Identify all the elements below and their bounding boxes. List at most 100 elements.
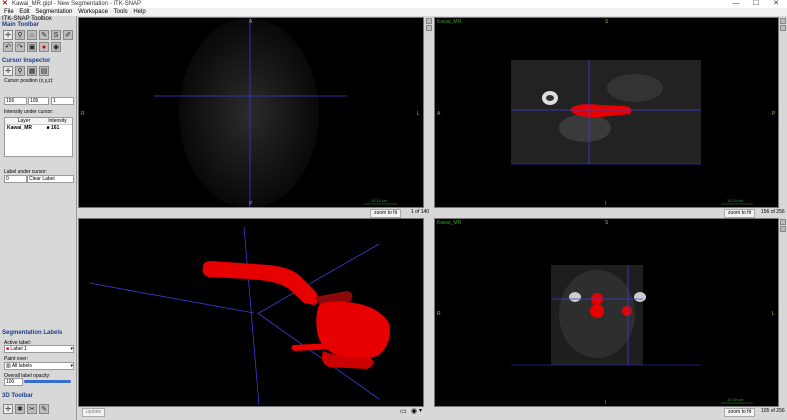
toolbar-3d-title: 3D Toolbar <box>2 393 33 399</box>
polygon-icon[interactable]: ⌂ <box>27 30 37 40</box>
intensity-label: Intensity under cursor: <box>4 109 54 115</box>
table-row[interactable]: Kawai_MR ■ 161 <box>5 125 72 131</box>
menu-edit[interactable]: Edit <box>19 8 29 16</box>
coronal-view[interactable]: Kawai_MR S I R L 10.10 cm <box>434 218 779 407</box>
axial-statusbar: zoom to fit 1 of 140 <box>78 208 429 218</box>
segmentation-labels-title: Segmentation Labels <box>2 330 63 336</box>
zoom-to-fit-button[interactable]: zoom to fit <box>724 408 756 417</box>
active-label-value: Label 1 <box>10 346 27 352</box>
orient-bottom: I <box>605 400 607 406</box>
rotate-3d-icon[interactable]: ✛ <box>3 404 13 414</box>
render-3d-view[interactable] <box>78 218 424 407</box>
render-3d-image <box>88 226 390 406</box>
slice-counter: 1 of 140 <box>411 209 430 215</box>
sagittal-view[interactable]: Kawai_MR S I A P 10.10 cm <box>434 17 779 208</box>
orient-top: S <box>605 19 609 25</box>
paintbrush-icon[interactable]: ✎ <box>39 30 49 40</box>
inspector-zoom-icon[interactable]: ⚲ <box>15 66 25 76</box>
scale-label: 10.10 cm <box>727 198 744 203</box>
axial-image <box>154 18 397 207</box>
chevron-down-icon[interactable]: ▾ <box>419 407 422 416</box>
inspector-settings-icon[interactable]: ▤ <box>39 66 49 76</box>
camera-icon[interactable]: ◉ <box>51 42 61 52</box>
active-label-dropdown[interactable]: ■ Label 1 ▾ <box>4 345 74 353</box>
sagittal-view-tools <box>779 17 787 41</box>
orient-right: P <box>772 111 776 117</box>
close-button[interactable]: ✕ <box>766 0 786 8</box>
camera-icon[interactable] <box>426 25 432 31</box>
menu-segmentation[interactable]: Segmentation <box>35 8 72 16</box>
column-header-intensity: Intensity <box>48 118 67 124</box>
chevron-down-icon: ▾ <box>70 363 73 369</box>
intensity-table: Layer Intensity Kawai_MR ■ 161 <box>4 117 73 157</box>
label-id-field: 0 <box>4 175 27 183</box>
opacity-input[interactable]: 100 <box>4 378 23 386</box>
segment-icon[interactable]: ● <box>39 42 49 52</box>
menu-tools[interactable]: Tools <box>114 8 128 16</box>
undo-icon[interactable]: ↶ <box>3 42 13 52</box>
inspector-grid-icon[interactable]: ▦ <box>27 66 37 76</box>
orient-left: A <box>437 111 441 117</box>
minimize-button[interactable]: — <box>726 0 746 8</box>
inspector-crosshair-icon[interactable]: ✛ <box>3 66 13 76</box>
update-button[interactable]: update <box>82 408 106 417</box>
scale-label: 10.10 cm <box>371 198 388 203</box>
coronal-statusbar: zoom to fit 105 of 256 <box>434 407 785 417</box>
coronal-view-tools <box>779 218 787 242</box>
paint-over-value: All labels <box>11 363 32 369</box>
snake-icon[interactable]: S <box>51 30 61 40</box>
slice-counter: 156 of 256 <box>761 209 785 215</box>
itksnap-logo-icon: ✕ <box>2 0 8 7</box>
expand-icon[interactable] <box>426 18 432 24</box>
cursor-z-input[interactable]: 1 <box>51 97 74 105</box>
zoom-icon[interactable]: ⚲ <box>15 30 25 40</box>
slice-counter: 105 of 256 <box>761 408 785 414</box>
spray-icon[interactable]: ✱ <box>15 404 25 414</box>
intensity-cell: 161 <box>51 125 60 131</box>
orient-top: S <box>605 220 609 226</box>
orient-top: A <box>249 19 253 25</box>
orient-bottom: P <box>249 201 253 207</box>
brush-3d-icon[interactable]: ✎ <box>39 404 49 414</box>
menu-file[interactable]: File <box>4 8 14 16</box>
label-name-field: Clear Label <box>27 175 74 183</box>
sagittal-image <box>511 60 753 205</box>
cursor-x-input[interactable]: 156 <box>4 97 27 105</box>
toolbox-panel: ITK-SNAP Toolbox Main Toolbar ✛ ⚲ ⌂ ✎ S … <box>0 16 77 420</box>
layer-name-label: Kawai_MR <box>437 19 462 25</box>
orient-left: R <box>437 311 441 317</box>
label-color-swatch-icon: ■ <box>6 346 10 352</box>
all-labels-icon: ▥ <box>6 363 11 369</box>
menu-help[interactable]: Help <box>133 8 145 16</box>
orient-right: L <box>417 111 420 117</box>
maximize-button[interactable]: ☐ <box>746 0 766 8</box>
camera-icon[interactable]: ◉ <box>411 407 417 416</box>
menu-workspace[interactable]: Workspace <box>78 8 108 16</box>
render-3d-statusbar: update ▭ ◉ ▾ <box>78 407 424 417</box>
chevron-down-icon: ▾ <box>70 346 73 352</box>
cursor-y-input[interactable]: 105 <box>28 97 49 105</box>
opacity-slider[interactable] <box>24 380 71 383</box>
redo-icon[interactable]: ↷ <box>15 42 25 52</box>
crosshair-icon[interactable]: ✛ <box>3 30 13 40</box>
annotation-icon[interactable]: ✐ <box>63 30 73 40</box>
axial-view[interactable]: A P R L 10.10 cm <box>78 17 424 208</box>
camera-icon[interactable] <box>780 25 786 31</box>
cursor-position-label: Cursor position (x,y,z): <box>4 78 54 84</box>
cursor-inspector-title: Cursor Inspector <box>2 58 51 64</box>
paint-over-dropdown[interactable]: ▥ All labels ▾ <box>4 362 74 370</box>
sagittal-statusbar: zoom to fit 156 of 256 <box>434 208 785 218</box>
expand-icon[interactable] <box>780 18 786 24</box>
zoom-to-fit-button[interactable]: zoom to fit <box>370 209 402 218</box>
layer-icon[interactable]: ▣ <box>27 42 37 52</box>
window-title: Kawai_MR.gipl - New Segmentation - ITK-S… <box>12 1 142 7</box>
column-header-layer: Layer <box>17 118 31 124</box>
scalpel-icon[interactable]: ✂ <box>27 404 37 414</box>
zoom-to-fit-button[interactable]: zoom to fit <box>724 209 756 218</box>
scale-label: 10.10 cm <box>727 397 744 402</box>
monitor-icon[interactable]: ▭ <box>400 407 407 416</box>
expand-icon[interactable] <box>780 219 786 225</box>
orient-bottom: I <box>605 201 607 207</box>
camera-icon[interactable] <box>780 226 786 232</box>
layer-cell: Kawai_MR <box>7 125 33 131</box>
